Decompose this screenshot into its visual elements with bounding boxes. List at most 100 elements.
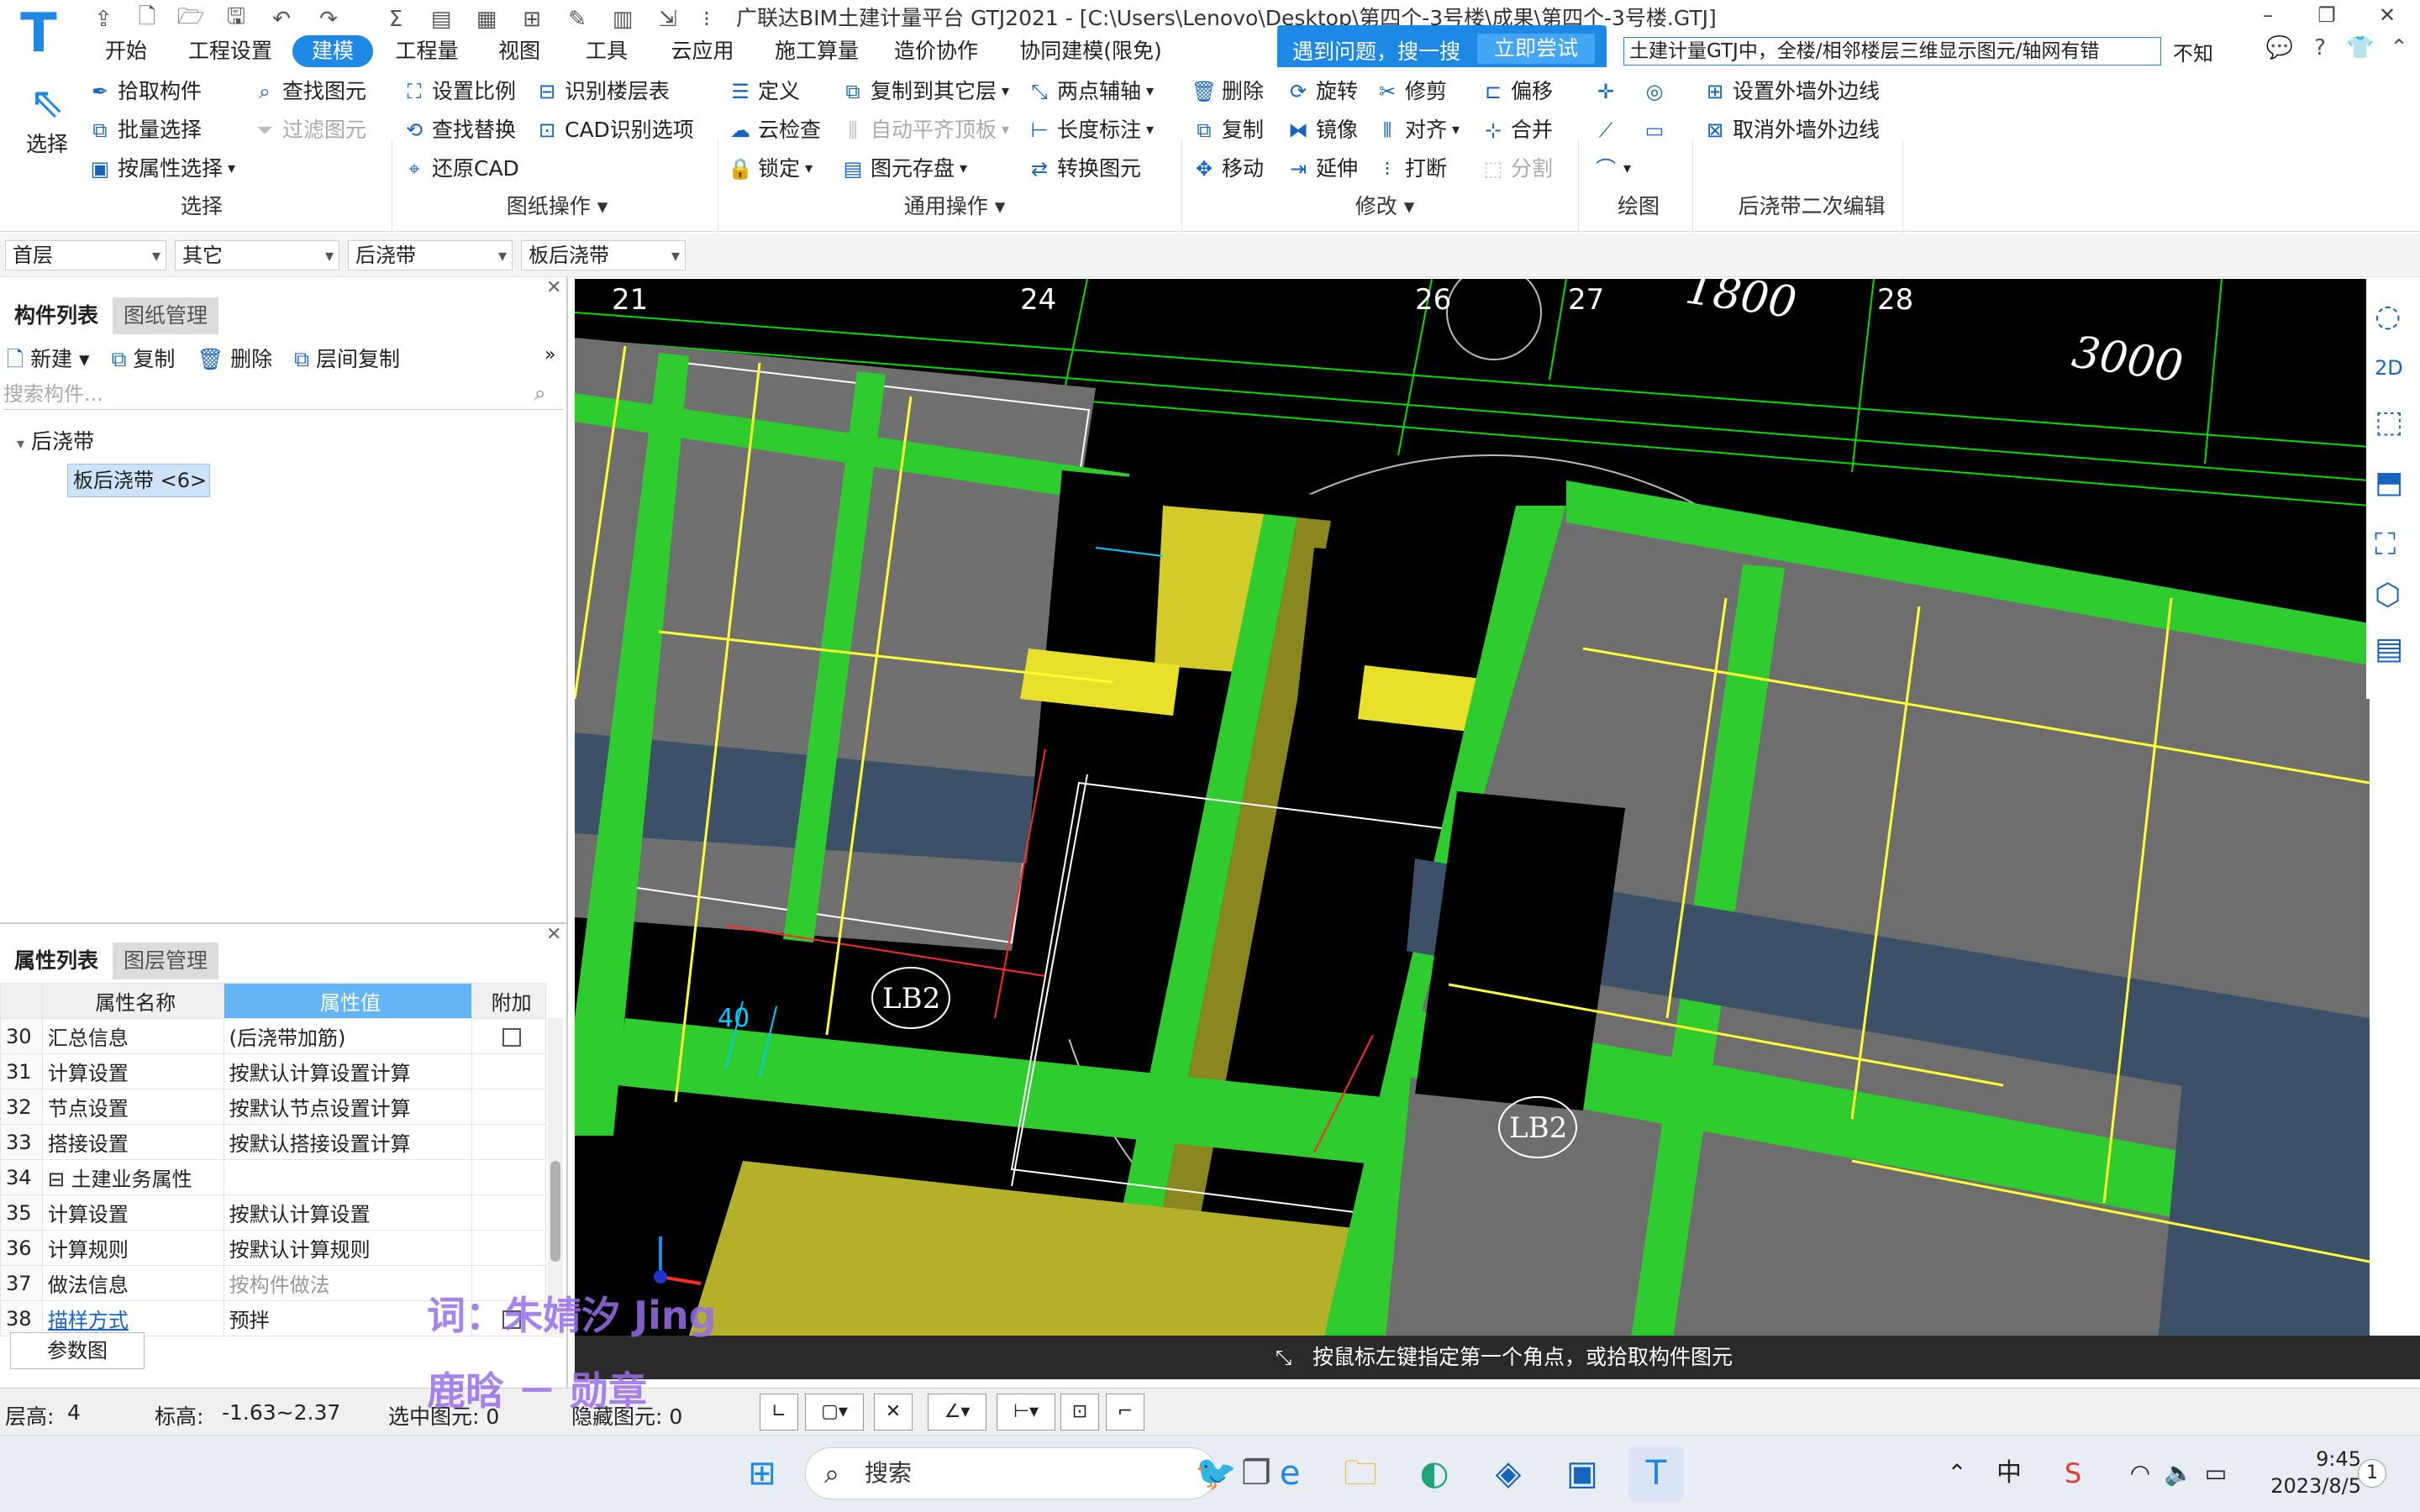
menu-tools[interactable]: 工具 xyxy=(573,35,640,67)
tab-layer-mgmt[interactable]: 图层管理 xyxy=(113,942,218,979)
property-row[interactable]: 30 汇总信息 (后浇带加筋) xyxy=(0,1018,546,1054)
filter-element-button[interactable]: ⏷ 过滤图元 xyxy=(252,113,366,148)
open-folder-icon[interactable]: 🗁 xyxy=(175,4,207,34)
close-prop-icon[interactable]: ✕ xyxy=(546,924,561,945)
app-logo-icon[interactable]: T xyxy=(8,3,69,64)
identify-floor-table-button[interactable]: ⊟ 识别楼层表 xyxy=(534,74,670,109)
edit-icon[interactable]: ✎ xyxy=(561,5,593,34)
sogou-icon[interactable]: S xyxy=(2045,1446,2101,1501)
edge-icon[interactable]: e xyxy=(1262,1446,1318,1501)
taskbar-search[interactable]: ⌕ 搜索 xyxy=(805,1447,1217,1499)
cad-app-icon[interactable]: ▣ xyxy=(1555,1446,1610,1501)
delete-button[interactable]: 🗑 删除 xyxy=(1192,74,1264,109)
trim-button[interactable]: ✂ 修剪 xyxy=(1375,74,1447,109)
property-value[interactable]: 按默认计算设置计算 xyxy=(223,1053,473,1089)
snap-angle-icon[interactable]: ∠▾ xyxy=(928,1394,986,1431)
offset-button[interactable]: ⊏ 偏移 xyxy=(1481,74,1553,109)
layout-icon[interactable]: ⊞ xyxy=(516,5,548,34)
copy-to-floor-button[interactable]: ⧉ 复制到其它层 ▾ xyxy=(840,74,1009,109)
mirror-button[interactable]: ⧓ 镜像 xyxy=(1286,113,1358,148)
file-explorer-icon[interactable]: 🗀 xyxy=(1333,1446,1388,1501)
auto-align-slab-button[interactable]: ⫼ 自动平齐顶板 ▾ xyxy=(840,113,1009,148)
snap-cross-icon[interactable]: ✕ xyxy=(874,1394,913,1431)
delete-comp-button[interactable]: 🗑 删除 xyxy=(197,341,272,378)
tab-component-list[interactable]: 构件列表 xyxy=(3,297,109,334)
clock[interactable]: 9:45 2023/8/5 xyxy=(2235,1446,2361,1499)
floor-select[interactable]: 首层 xyxy=(5,240,166,270)
tab-property-list[interactable]: 属性列表 xyxy=(3,942,109,979)
help-icon[interactable]: ? xyxy=(2304,34,2336,62)
copy-comp-button[interactable]: ⧉ 复制 xyxy=(112,341,176,378)
property-row[interactable]: 36 计算规则 按默认计算规则 xyxy=(0,1230,546,1266)
skin-icon[interactable]: 👕 xyxy=(2344,34,2376,62)
save-icon[interactable]: 🖫 xyxy=(220,4,252,34)
column-icon[interactable]: ▥ xyxy=(607,5,639,34)
scrollbar-thumb[interactable] xyxy=(550,1161,560,1262)
cad-options-button[interactable]: ⊡ CAD识别选项 xyxy=(534,113,694,148)
property-row[interactable]: 31 计算设置 按默认计算设置计算 xyxy=(0,1053,546,1089)
menu-view[interactable]: 视图 xyxy=(486,35,553,67)
length-dim-button[interactable]: ⊢ 长度标注 ▾ xyxy=(1027,113,1155,148)
new-file-icon[interactable]: 🗋 xyxy=(131,4,163,34)
display-settings-icon[interactable]: ▤ xyxy=(2375,632,2403,666)
batch-select-button[interactable]: ⧉ 批量选择 xyxy=(87,113,202,148)
more-tools-icon[interactable]: » xyxy=(544,344,555,365)
sum-icon[interactable]: Σ xyxy=(380,5,412,34)
component-select[interactable]: 板后浇带 xyxy=(521,240,686,270)
collapse-ribbon-icon[interactable]: ⌃ xyxy=(2383,34,2415,62)
parameter-diagram-button[interactable]: 参数图 xyxy=(10,1332,145,1369)
tree-node-slab-post-cast[interactable]: 板后浇带 <6> xyxy=(67,464,210,497)
merge-button[interactable]: ⊹ 合并 xyxy=(1481,113,1553,148)
orbit-icon[interactable]: ◌ xyxy=(2375,299,2401,333)
chat-icon[interactable]: 💬 xyxy=(2264,34,2296,62)
two-point-axis-button[interactable]: ⤡ 两点辅轴 ▾ xyxy=(1027,74,1154,109)
export-icon[interactable]: ⇲ xyxy=(652,5,684,34)
property-row[interactable]: 35 计算设置 按默认计算设置 xyxy=(0,1194,546,1231)
ime-indicator[interactable]: 中 xyxy=(1981,1446,2037,1501)
minimize-button[interactable]: – xyxy=(2238,3,2297,32)
circle-tool[interactable]: ◎ xyxy=(1642,74,1667,109)
property-value[interactable] xyxy=(223,1159,473,1195)
3d-box-icon[interactable]: ⬚ xyxy=(2375,405,2403,439)
menu-modeling[interactable]: 建模 xyxy=(292,35,373,67)
line-tool[interactable]: ⟋ xyxy=(1593,113,1618,148)
menu-start[interactable]: 开始 xyxy=(92,35,160,67)
model-canvas[interactable]: 21 24 26 27 28 1800 3000 LB2 LB2 40 xyxy=(575,279,2370,1379)
element-save-button[interactable]: ▤ 图元存盘 ▾ xyxy=(840,151,967,186)
split-button[interactable]: ⬚ 分割 xyxy=(1481,151,1553,186)
tree-node-post-cast[interactable]: ▾ 后浇带 xyxy=(17,425,94,455)
try-now-button[interactable]: 立即尝试 xyxy=(1477,34,1595,64)
lock-button[interactable]: 🔒 锁定 ▾ xyxy=(728,151,813,186)
floor-copy-button[interactable]: ⧉ 层间复制 xyxy=(294,341,400,378)
snap-arc-icon[interactable]: ⌐ xyxy=(1106,1394,1144,1431)
help-search-input[interactable]: 土建计量GTJ中，全楼/相邻楼层三维显示图元/轴网有错 xyxy=(1623,37,2161,66)
type-select[interactable]: 后浇带 xyxy=(348,240,513,270)
redo-icon[interactable]: ↷ xyxy=(313,5,345,34)
cancel-outer-wall-button[interactable]: ⊠ 取消外墙外边线 xyxy=(1702,113,1880,148)
property-value[interactable]: (后浇带加筋) xyxy=(223,1018,473,1054)
property-row[interactable]: 32 节点设置 按默认节点设置计算 xyxy=(0,1089,546,1125)
snap-offset-icon[interactable]: ⊢▾ xyxy=(997,1394,1055,1431)
align-button[interactable]: ⫴ 对齐 ▾ xyxy=(1375,113,1460,148)
menu-quantities[interactable]: 工程量 xyxy=(387,35,467,67)
property-row[interactable]: 33 搭接设置 按默认搭接设置计算 xyxy=(0,1124,546,1160)
grid-icon[interactable]: ▦ xyxy=(471,5,502,34)
break-button[interactable]: ⁝ 打断 xyxy=(1375,151,1447,186)
snap-object-icon[interactable]: ▢▾ xyxy=(805,1394,864,1431)
extra-checkbox[interactable] xyxy=(502,1027,521,1047)
app-blue-icon[interactable]: ◈ xyxy=(1481,1446,1536,1501)
zoom-extents-icon[interactable]: ⛶ xyxy=(2375,528,2396,563)
report-icon[interactable]: ▤ xyxy=(425,5,457,34)
property-value[interactable]: 按默认计算设置 xyxy=(223,1194,473,1231)
find-replace-button[interactable]: ⟲ 查找替换 xyxy=(402,113,516,148)
menu-cloud[interactable]: 云应用 xyxy=(659,35,746,67)
category-select[interactable]: 其它 xyxy=(175,240,339,270)
component-search-input[interactable]: 搜索构件... xyxy=(3,378,563,410)
set-outer-wall-button[interactable]: ⊞ 设置外墙外边线 xyxy=(1702,74,1880,109)
new-button[interactable]: 🗋 新建 ▾ xyxy=(7,341,90,378)
close-panel-icon[interactable]: ✕ xyxy=(546,277,561,298)
copy-button[interactable]: ⧉ 复制 xyxy=(1192,113,1264,148)
set-scale-button[interactable]: ⛶ 设置比例 xyxy=(402,74,516,109)
edge-browser-icon[interactable]: ◐ xyxy=(1407,1446,1462,1501)
undo-icon[interactable]: ↶ xyxy=(266,5,297,34)
